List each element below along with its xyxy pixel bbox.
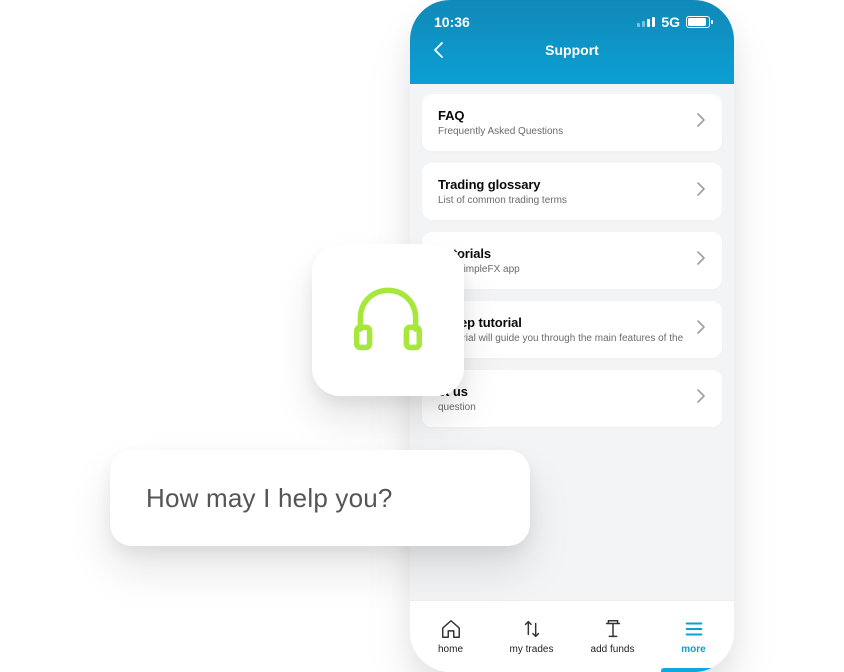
status-right: 5G [637,14,710,30]
help-message-bubble: How may I help you? [110,450,530,546]
list-item-faq[interactable]: FAQ Frequently Asked Questions [422,94,722,151]
list-item-subtitle: k tutorial will guide you through the ma… [438,333,686,344]
list-item-subtitle: use SimpleFX app [438,264,686,275]
list-item-step-tutorial[interactable]: y step tutorial k tutorial will guide yo… [422,301,722,358]
list-item-tutorials[interactable]: Tutorials use SimpleFX app [422,232,722,289]
tab-label: more [681,644,705,655]
tab-label: home [438,644,463,655]
chevron-right-icon [696,388,706,409]
tab-my-trades[interactable]: my trades [491,601,572,672]
list-item-subtitle: Frequently Asked Questions [438,126,686,137]
tab-label: add funds [591,644,635,655]
chevron-right-icon [696,250,706,271]
page-title: Support [545,42,599,58]
list-item-title: FAQ [438,108,686,123]
nav-bar: Support [410,30,734,72]
list-item-title: ct us [438,384,686,399]
help-message-text: How may I help you? [146,483,393,514]
list-item-glossary[interactable]: Trading glossary List of common trading … [422,163,722,220]
more-icon [683,618,705,640]
list-item-title: y step tutorial [438,315,686,330]
app-header: 10:36 5G Support [410,0,734,84]
support-icon-card [312,244,464,396]
tab-home[interactable]: home [410,601,491,672]
list-item-subtitle: List of common trading terms [438,195,686,206]
home-icon [440,618,462,640]
battery-icon [686,16,710,28]
tab-more[interactable]: more [653,601,734,672]
status-time: 10:36 [434,14,470,30]
tab-add-funds[interactable]: add funds [572,601,653,672]
chevron-right-icon [696,112,706,133]
add-funds-icon [602,618,624,640]
trades-icon [521,618,543,640]
back-button[interactable] [428,40,448,60]
headphones-icon [342,272,434,369]
list-item-subtitle: question [438,402,686,413]
network-label: 5G [661,14,680,30]
chevron-left-icon [432,41,444,59]
list-item-title: Trading glossary [438,177,686,192]
chevron-right-icon [696,181,706,202]
status-bar: 10:36 5G [410,0,734,30]
chevron-right-icon [696,319,706,340]
bottom-tab-bar: home my trades add funds more [410,600,734,672]
list-item-contact-us[interactable]: ct us question [422,370,722,427]
list-item-title: Tutorials [438,246,686,261]
tab-label: my trades [510,644,554,655]
signal-icon [637,17,655,27]
